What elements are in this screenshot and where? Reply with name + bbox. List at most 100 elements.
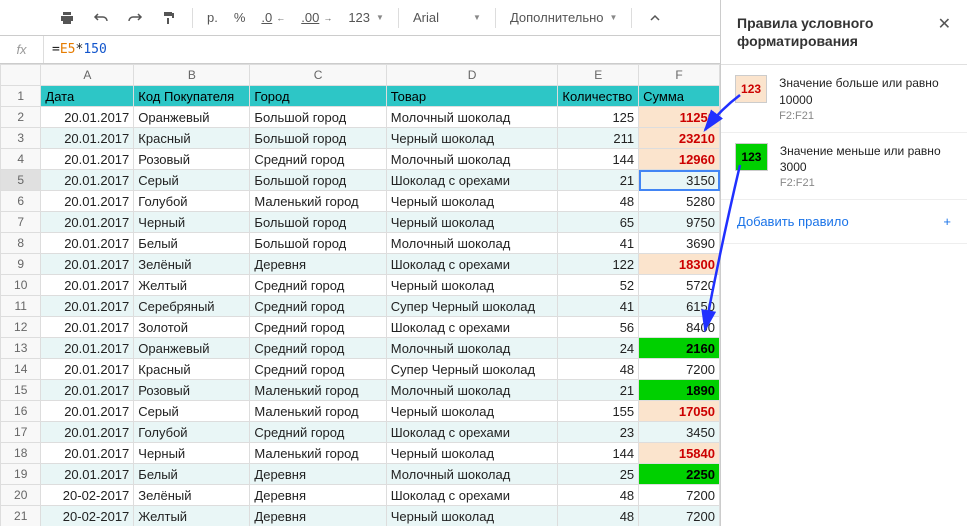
row-header[interactable]: 19 <box>1 464 41 485</box>
column-header[interactable]: C <box>250 65 386 86</box>
cell[interactable]: 9750 <box>639 212 720 233</box>
cell[interactable]: 20.01.2017 <box>41 149 134 170</box>
cell[interactable]: Голубой <box>134 422 250 443</box>
header-cell[interactable]: Город <box>250 86 386 107</box>
cell[interactable]: Зелёный <box>134 254 250 275</box>
cell[interactable]: Черный <box>134 212 250 233</box>
cell[interactable]: 41 <box>558 233 639 254</box>
print-button[interactable] <box>52 5 82 31</box>
row-header[interactable]: 18 <box>1 443 41 464</box>
cell[interactable]: Серый <box>134 401 250 422</box>
cell[interactable]: 7200 <box>639 359 720 380</box>
cell[interactable]: 3690 <box>639 233 720 254</box>
cell[interactable]: Желтый <box>134 506 250 526</box>
cell[interactable]: Зелёный <box>134 485 250 506</box>
header-cell[interactable]: Код Покупателя <box>134 86 250 107</box>
row-header[interactable]: 2 <box>1 107 41 128</box>
cell[interactable]: 20-02-2017 <box>41 485 134 506</box>
row-header[interactable]: 4 <box>1 149 41 170</box>
cell[interactable]: 1890 <box>639 380 720 401</box>
cell[interactable]: Шоколад с орехами <box>386 254 558 275</box>
decrease-decimal-button[interactable]: .0← <box>255 6 291 29</box>
undo-button[interactable] <box>86 5 116 31</box>
cell[interactable]: 21 <box>558 170 639 191</box>
cell[interactable]: Черный <box>134 443 250 464</box>
cell[interactable]: Черный шоколад <box>386 401 558 422</box>
cell[interactable]: 20.01.2017 <box>41 128 134 149</box>
row-header[interactable]: 15 <box>1 380 41 401</box>
cell[interactable]: 17050 <box>639 401 720 422</box>
cell[interactable]: 6150 <box>639 296 720 317</box>
select-all-corner[interactable] <box>1 65 41 86</box>
row-header[interactable]: 13 <box>1 338 41 359</box>
cell[interactable]: 52 <box>558 275 639 296</box>
cell[interactable]: Деревня <box>250 506 386 526</box>
close-panel-button[interactable]: ✕ <box>938 14 951 34</box>
currency-button[interactable]: р. <box>201 6 224 29</box>
spreadsheet-grid[interactable]: ABCDEF1ДатаКод ПокупателяГородТоварКолич… <box>0 64 720 526</box>
cell[interactable]: 3450 <box>639 422 720 443</box>
cell[interactable]: 20.01.2017 <box>41 464 134 485</box>
column-header[interactable]: E <box>558 65 639 86</box>
cell[interactable]: 7200 <box>639 485 720 506</box>
cell[interactable]: 41 <box>558 296 639 317</box>
column-header[interactable]: D <box>386 65 558 86</box>
cell[interactable]: 20-02-2017 <box>41 506 134 526</box>
cell[interactable]: 20.01.2017 <box>41 170 134 191</box>
font-dropdown[interactable]: Arial▼ <box>407 6 487 29</box>
cell[interactable]: Большой город <box>250 128 386 149</box>
cell[interactable]: Шоколад с орехами <box>386 317 558 338</box>
cell[interactable]: Черный шоколад <box>386 275 558 296</box>
header-cell[interactable]: Сумма <box>639 86 720 107</box>
cell[interactable]: Красный <box>134 359 250 380</box>
cell[interactable]: 20.01.2017 <box>41 254 134 275</box>
more-dropdown[interactable]: Дополнительно▼ <box>504 6 624 29</box>
cell[interactable]: 2250 <box>639 464 720 485</box>
redo-button[interactable] <box>120 5 150 31</box>
cell[interactable]: 48 <box>558 359 639 380</box>
row-header[interactable]: 12 <box>1 317 41 338</box>
column-header[interactable]: A <box>41 65 134 86</box>
row-header[interactable]: 11 <box>1 296 41 317</box>
cell[interactable]: 23210 <box>639 128 720 149</box>
cell[interactable]: Черный шоколад <box>386 128 558 149</box>
cell[interactable]: Красный <box>134 128 250 149</box>
cell[interactable]: Маленький город <box>250 443 386 464</box>
add-rule-button[interactable]: Добавить правило + <box>721 200 967 244</box>
row-header[interactable]: 14 <box>1 359 41 380</box>
number-format-dropdown[interactable]: 123▼ <box>342 6 390 29</box>
cell[interactable]: 122 <box>558 254 639 275</box>
increase-decimal-button[interactable]: .00→ <box>295 6 338 29</box>
cell[interactable]: 48 <box>558 506 639 526</box>
cell[interactable]: Большой город <box>250 212 386 233</box>
cell[interactable]: Средний город <box>250 317 386 338</box>
cell[interactable]: Черный шоколад <box>386 212 558 233</box>
cell[interactable]: 144 <box>558 149 639 170</box>
format-rule-2[interactable]: 123 Значение меньше или равно 3000 F2:F2… <box>721 133 967 200</box>
cell[interactable]: Шоколад с орехами <box>386 422 558 443</box>
cell[interactable]: Оранжевый <box>134 107 250 128</box>
cell[interactable]: Молочный шоколад <box>386 149 558 170</box>
cell[interactable]: Деревня <box>250 254 386 275</box>
cell[interactable]: Золотой <box>134 317 250 338</box>
cell[interactable]: Большой город <box>250 233 386 254</box>
cell[interactable]: Маленький город <box>250 380 386 401</box>
cell[interactable]: 23 <box>558 422 639 443</box>
collapse-toolbar-button[interactable] <box>640 5 670 31</box>
cell[interactable]: 8400 <box>639 317 720 338</box>
header-cell[interactable]: Товар <box>386 86 558 107</box>
cell[interactable]: 2160 <box>639 338 720 359</box>
cell[interactable]: Маленький город <box>250 401 386 422</box>
cell[interactable]: 3150 <box>639 170 720 191</box>
cell[interactable]: Черный шоколад <box>386 506 558 526</box>
row-header[interactable]: 17 <box>1 422 41 443</box>
cell[interactable]: 48 <box>558 485 639 506</box>
cell[interactable]: Шоколад с орехами <box>386 485 558 506</box>
cell[interactable]: 15840 <box>639 443 720 464</box>
header-cell[interactable]: Количество <box>558 86 639 107</box>
cell[interactable]: 56 <box>558 317 639 338</box>
cell[interactable]: Голубой <box>134 191 250 212</box>
cell[interactable]: 20.01.2017 <box>41 317 134 338</box>
cell[interactable]: 20.01.2017 <box>41 422 134 443</box>
cell[interactable]: 12960 <box>639 149 720 170</box>
